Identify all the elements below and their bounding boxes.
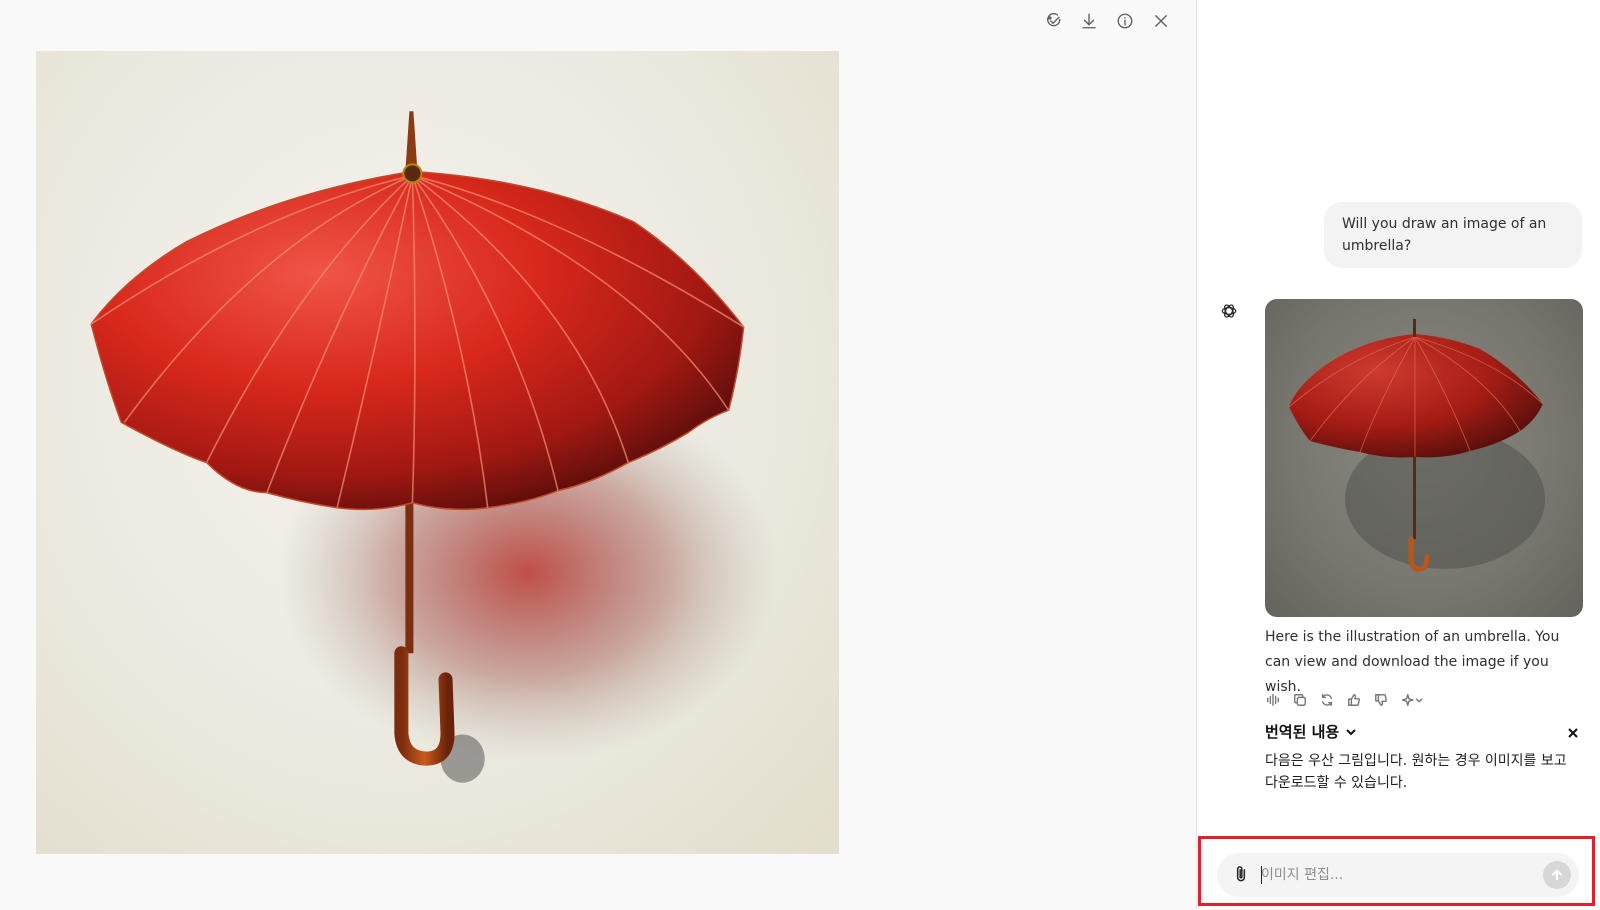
image-edit-input[interactable] (1261, 861, 1531, 889)
close-viewer-button[interactable] (1150, 10, 1172, 32)
read-aloud-button[interactable] (1265, 692, 1281, 708)
viewer-toolbar (1042, 10, 1172, 32)
sparkle-model-icon (1401, 694, 1423, 706)
info-icon (1117, 13, 1133, 29)
send-button[interactable] (1543, 861, 1571, 889)
regenerate-icon (1321, 694, 1333, 706)
copy-button[interactable] (1292, 692, 1308, 708)
openai-logo-icon (1221, 304, 1237, 318)
close-icon (1568, 728, 1578, 738)
translation-toggle[interactable]: 번역된 내용 (1265, 721, 1357, 742)
translation-body: 다음은 우산 그림입니다. 원하는 경우 이미지를 보고 다운로드할 수 있습니… (1265, 753, 1567, 791)
attach-file-button[interactable] (1231, 864, 1253, 886)
arrow-up-icon (1552, 869, 1562, 881)
close-icon (1155, 15, 1167, 27)
user-message-bubble: Will you draw an image of an umbrella? (1324, 202, 1582, 268)
translation-close-button[interactable] (1567, 724, 1581, 738)
image-edit-composer (1217, 853, 1579, 897)
generated-umbrella-image (36, 51, 839, 854)
message-actions (1265, 692, 1426, 708)
regenerate-button[interactable] (1319, 692, 1335, 708)
read-aloud-icon (1267, 694, 1279, 706)
good-response-button[interactable] (1346, 692, 1362, 708)
download-button[interactable] (1078, 10, 1100, 32)
info-button[interactable] (1114, 10, 1136, 32)
switch-model-button[interactable] (1400, 692, 1426, 708)
image-viewer (0, 0, 1196, 910)
paperclip-icon (1236, 866, 1246, 882)
umbrella-illustration (90, 111, 779, 783)
bad-response-button[interactable] (1373, 692, 1389, 708)
chat-panel: Will you draw an image of an umbrella? H… (1197, 0, 1600, 910)
chevron-down-icon (1346, 728, 1356, 735)
translation-title: 번역된 내용 (1265, 723, 1340, 741)
edit-image-icon (1047, 13, 1061, 27)
assistant-reply-text: Here is the illustration of an umbrella.… (1265, 629, 1560, 695)
umbrella-thumbnail (1288, 319, 1545, 572)
copy-icon (1294, 694, 1306, 706)
download-icon (1082, 13, 1096, 29)
assistant-image-thumbnail[interactable] (1265, 299, 1583, 617)
edit-image-button[interactable] (1042, 10, 1064, 32)
thumbs-up-icon (1348, 694, 1360, 706)
text-cursor (1261, 866, 1262, 884)
assistant-avatar (1219, 301, 1239, 321)
thumbs-down-icon (1375, 694, 1387, 706)
